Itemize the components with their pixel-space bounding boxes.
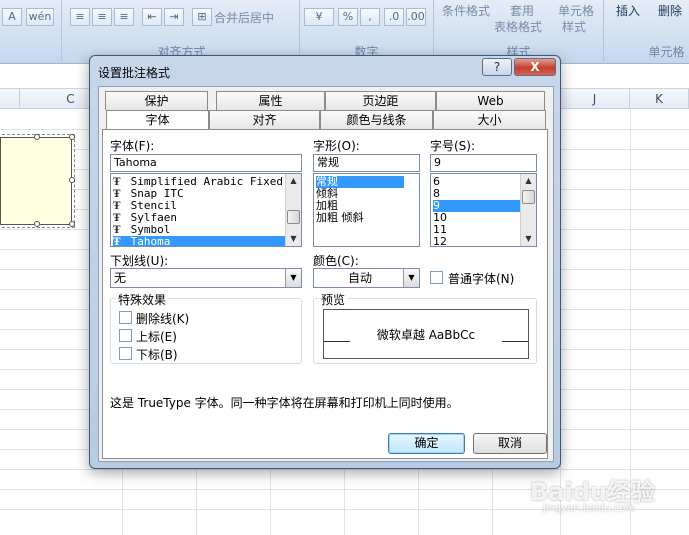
cell-style-label[interactable]: 单元格 — [558, 2, 594, 19]
color-value: 自动 — [347, 271, 372, 285]
align-center-icon[interactable]: ≡ — [92, 8, 112, 26]
subscript-label: 下标(B) — [136, 348, 178, 362]
tab-alignment[interactable]: 对齐 — [209, 110, 320, 129]
align-right-icon[interactable]: ≡ — [114, 8, 134, 26]
dialog-body: 保护 属性 页边距 Web 字体 对齐 颜色与线条 大小 字体(F): Taho… — [98, 86, 554, 462]
tab-size[interactable]: 大小 — [433, 110, 546, 129]
font-list[interactable]: Ŧ Simplified Arabic Fixed Ŧ Snap ITC Ŧ S… — [110, 173, 302, 247]
font-size-list[interactable]: 6 8 9 10 11 12 ▲ ▼ — [430, 173, 537, 247]
effects-label: 特殊效果 — [116, 291, 169, 308]
decrease-indent-icon[interactable]: ⇤ — [142, 8, 162, 26]
font-list-item-selected[interactable]: Ŧ Tahoma — [113, 235, 285, 247]
superscript-label: 上标(E) — [136, 330, 177, 344]
scroll-down-icon[interactable]: ▼ — [521, 232, 536, 246]
delete-button[interactable]: 删除 — [658, 2, 682, 19]
align-left-icon[interactable]: ≡ — [70, 8, 90, 26]
subscript-checkbox[interactable] — [119, 347, 132, 360]
scroll-thumb[interactable] — [522, 190, 535, 204]
baidu-watermark-url: jingyan.baidu.com — [543, 503, 636, 514]
dialog-title: 设置批注格式 — [98, 66, 171, 80]
merge-center-button[interactable]: 合并后居中 — [214, 9, 274, 26]
color-label: 颜色(C): — [313, 254, 359, 268]
table-format-button[interactable]: 表格格式 — [494, 18, 542, 35]
merge-icon[interactable]: ⊞ — [192, 8, 212, 26]
font-size-icon[interactable]: A — [2, 8, 22, 26]
increase-decimal-icon[interactable]: .0 — [384, 8, 404, 26]
resize-handle[interactable] — [34, 221, 40, 227]
percent-icon[interactable]: % — [338, 8, 358, 26]
underline-value: 无 — [114, 271, 127, 285]
apply-label[interactable]: 套用 — [510, 2, 534, 19]
ribbon-group-font: A wén — [0, 0, 62, 64]
tab-margins[interactable]: 页边距 — [325, 91, 436, 110]
tab-properties[interactable]: 属性 — [216, 91, 325, 110]
preview-text: 微软卓越 AaBbCc — [376, 328, 476, 342]
comment-box[interactable] — [0, 134, 75, 228]
chevron-down-icon[interactable]: ▼ — [285, 269, 301, 287]
close-button[interactable]: X — [514, 58, 556, 76]
baidu-watermark: Baidu经验 — [530, 478, 655, 506]
normal-font-label: 普通字体(N) — [448, 272, 515, 286]
underline-label: 下划线(U): — [110, 254, 169, 268]
underline-select[interactable]: 无 ▼ — [110, 268, 302, 288]
superscript-checkbox[interactable] — [119, 329, 132, 342]
font-label: 字体(F): — [110, 139, 155, 153]
font-style-input[interactable]: 常规 — [313, 154, 420, 172]
preview-label: 预览 — [319, 291, 348, 308]
font-list-scrollbar[interactable]: ▲ ▼ — [285, 174, 301, 246]
size-list-scrollbar[interactable]: ▲ ▼ — [520, 174, 536, 246]
group-label-cells: 单元格 — [648, 45, 685, 59]
conditional-format-button[interactable]: 条件格式 — [442, 2, 490, 19]
cancel-button[interactable]: 取消 — [473, 433, 547, 454]
ok-button[interactable]: 确定 — [388, 433, 465, 454]
color-select[interactable]: 自动 ▼ — [313, 268, 420, 288]
chevron-down-icon[interactable]: ▼ — [403, 269, 419, 287]
style-list-item[interactable]: 加粗 倾斜 — [316, 212, 364, 224]
insert-button[interactable]: 插入 — [616, 2, 640, 19]
preview-box: 微软卓越 AaBbCc — [323, 309, 529, 359]
resize-handle[interactable] — [34, 134, 40, 140]
scroll-down-icon[interactable]: ▼ — [286, 232, 301, 246]
tab-colors-lines[interactable]: 颜色与线条 — [320, 110, 433, 129]
column-header-j[interactable]: J — [560, 89, 630, 109]
resize-handle[interactable] — [69, 134, 75, 140]
font-tab-panel: 字体(F): Tahoma Ŧ Simplified Arabic Fixed … — [102, 129, 548, 459]
tab-web[interactable]: Web — [436, 91, 545, 110]
font-item-label: Tahoma — [130, 235, 171, 247]
strikethrough-label: 删除线(K) — [136, 312, 190, 326]
strikethrough-checkbox[interactable] — [119, 311, 132, 324]
column-header-k[interactable]: K — [630, 89, 689, 109]
increase-indent-icon[interactable]: ⇥ — [164, 8, 184, 26]
font-info-text: 这是 TrueType 字体。同一种字体将在屏幕和打印机上同时使用。 — [110, 396, 459, 410]
font-name-input[interactable]: Tahoma — [110, 154, 302, 172]
font-size-label: 字号(S): — [430, 139, 476, 153]
format-comment-dialog: 设置批注格式 ? X 保护 属性 页边距 Web 字体 对齐 颜色与线条 大小 … — [89, 55, 561, 469]
column-header-b[interactable] — [0, 89, 20, 109]
tab-font[interactable]: 字体 — [106, 110, 209, 130]
decrease-decimal-icon[interactable]: .00 — [406, 8, 426, 26]
resize-handle[interactable] — [69, 177, 75, 183]
font-size-input[interactable]: 9 — [430, 154, 537, 172]
scroll-up-icon[interactable]: ▲ — [286, 174, 301, 188]
truetype-icon: Ŧ — [113, 237, 121, 247]
normal-font-checkbox[interactable] — [430, 271, 443, 284]
font-style-label: 字形(O): — [313, 139, 360, 153]
scroll-thumb[interactable] — [287, 210, 300, 224]
cell-style-button[interactable]: 样式 — [562, 18, 586, 35]
size-list-item[interactable]: 12 — [433, 236, 447, 247]
scroll-up-icon[interactable]: ▲ — [521, 174, 536, 188]
resize-handle[interactable] — [69, 221, 75, 227]
tab-protection[interactable]: 保护 — [105, 91, 208, 110]
help-button[interactable]: ? — [482, 58, 512, 76]
phonetic-icon[interactable]: wén — [26, 8, 54, 26]
currency-icon[interactable]: ¥ — [304, 8, 334, 26]
font-style-list[interactable]: 常规 倾斜 加粗 加粗 倾斜 — [313, 173, 420, 247]
ribbon-group-cells: 插入 删除 单元格 — [604, 0, 689, 64]
comma-icon[interactable]: , — [360, 8, 380, 26]
